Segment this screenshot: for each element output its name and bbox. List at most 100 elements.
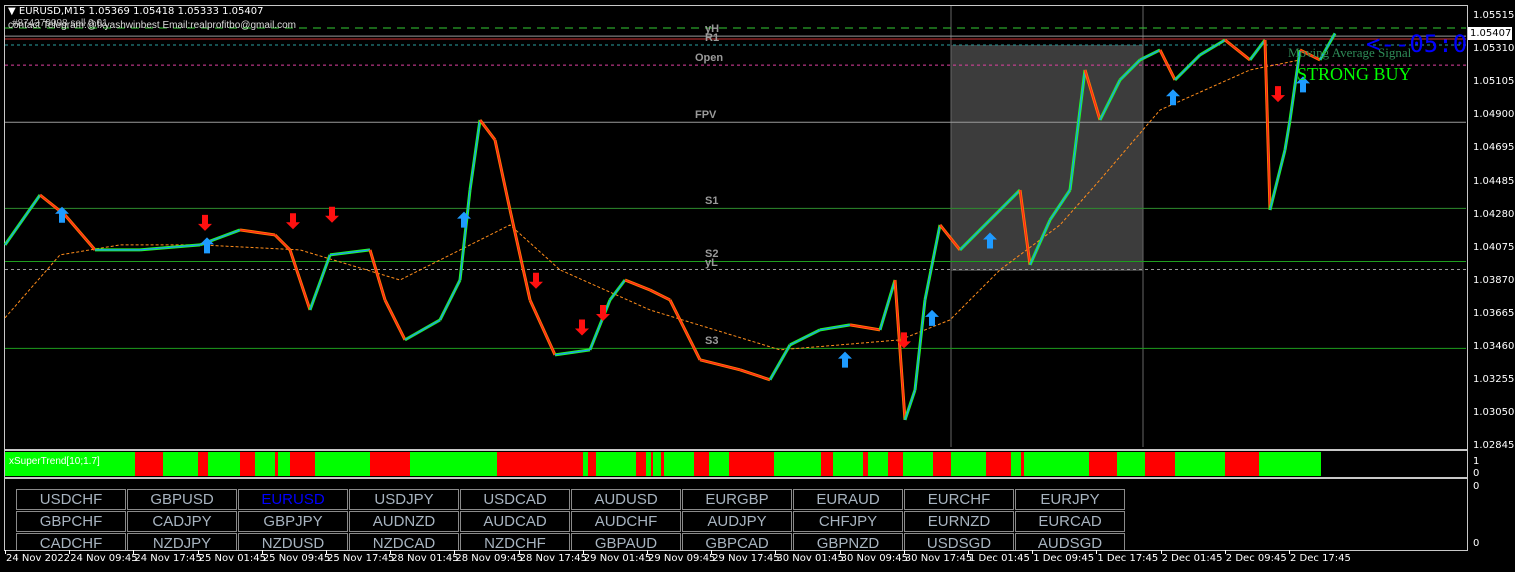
time-tick: 25 Nov 01:45	[198, 553, 267, 564]
pair-button-usdjpy[interactable]: USDJPY	[349, 489, 459, 510]
pair-button-eurcad[interactable]: EURCAD	[1015, 511, 1125, 532]
pair-button-eurgbp[interactable]: EURGBP	[682, 489, 792, 510]
price-segment-inner	[309, 254, 331, 311]
price-segment-inner	[924, 224, 941, 301]
supertrend-bull-segment	[1259, 452, 1321, 476]
pair-button-audnzd[interactable]: AUDNZD	[349, 511, 459, 532]
supertrend-bull-segment	[163, 452, 198, 476]
time-tick: 24 Nov 17:45	[134, 553, 202, 564]
pair-button-gbpusd[interactable]: GBPUSD	[127, 489, 237, 510]
pair-button-nzdcad[interactable]: NZDCAD	[349, 533, 459, 550]
pair-button-nzdchf[interactable]: NZDCHF	[460, 533, 570, 550]
time-tick: 2 Dec 09:45	[1225, 553, 1287, 564]
pair-button-cadchf[interactable]: CADCHF	[16, 533, 126, 550]
supertrend-bull-segment	[774, 452, 821, 476]
time-tick: 30 Nov 01:45	[776, 553, 844, 564]
pair-button-usdcad[interactable]: USDCAD	[460, 489, 570, 510]
pair-button-eurjpy[interactable]: EURJPY	[1015, 489, 1125, 510]
supertrend-bull-segment	[1117, 452, 1145, 476]
price-chart[interactable]	[0, 0, 1466, 448]
supertrend-bear-segment	[636, 452, 646, 476]
collapse-triangle-icon[interactable]: ▼	[8, 6, 19, 17]
supertrend-bull-segment	[903, 452, 933, 476]
ma-signal-value: STRONG BUY	[1297, 64, 1412, 84]
supertrend-bull-segment	[315, 452, 370, 476]
level-label-s1: S1	[705, 195, 719, 208]
supertrend-bull-segment	[1024, 452, 1089, 476]
price-segment-inner	[1174, 54, 1201, 81]
pair-button-gbpnzd[interactable]: GBPNZD	[793, 533, 903, 550]
price-tick: 1.02845	[1473, 439, 1515, 451]
pair-button-usdsgd[interactable]: USDSGD	[904, 533, 1014, 550]
pair-button-audchf[interactable]: AUDCHF	[571, 511, 681, 532]
time-tick: 25 Nov 17:45	[327, 553, 395, 564]
price-tick: 1.03255	[1473, 373, 1515, 385]
countdown-timer: <--05:0	[1366, 30, 1466, 58]
price-segment-inner	[669, 299, 701, 361]
buy-arrow-icon	[838, 351, 852, 368]
supertrend-bear-segment	[135, 452, 163, 476]
price-tick: 1.04485	[1473, 175, 1515, 187]
time-tick: 2 Dec 17:45	[1290, 553, 1351, 564]
price-segment-inner	[609, 279, 626, 301]
sell-arrow-icon	[1271, 86, 1285, 103]
pair-button-usdchf[interactable]: USDCHF	[16, 489, 126, 510]
pairs-pane: USDCHF GBPUSD EURUSD USDJPY USDCAD AUDUSD EURG…	[4, 478, 1468, 551]
price-segment-inner	[529, 299, 556, 356]
pair-button-eurchf[interactable]: EURCHF	[904, 489, 1014, 510]
supertrend-label: xSuperTrend[10;1.7]	[9, 456, 100, 467]
price-segment-inner	[914, 299, 926, 391]
supertrend-bull-segment	[255, 452, 275, 476]
pair-button-eurusd[interactable]: EURUSD	[238, 489, 348, 510]
pair-button-gbpaud[interactable]: GBPAUD	[571, 533, 681, 550]
pair-button-eurnzd[interactable]: EURNZD	[904, 511, 1014, 532]
price-segment-inner	[289, 249, 311, 311]
pair-button-audusd[interactable]: AUDUSD	[571, 489, 681, 510]
pair-button-nzdusd[interactable]: NZDUSD	[238, 533, 348, 550]
pair-button-euraud[interactable]: EURAUD	[793, 489, 903, 510]
supertrend-bull-segment	[1011, 452, 1021, 476]
price-segment-inner	[1199, 39, 1226, 56]
price-segment-inner	[4, 194, 41, 246]
price-tick: 1.05310	[1473, 43, 1515, 54]
sell-arrow-icon	[575, 319, 589, 336]
price-tick: 1.05515	[1473, 10, 1515, 21]
pair-button-audcad[interactable]: AUDCAD	[460, 511, 570, 532]
supertrend-bear-segment	[933, 452, 951, 476]
price-tick: 1.03050	[1473, 406, 1515, 418]
price-segment-inner	[479, 119, 496, 141]
pair-button-audjpy[interactable]: AUDJPY	[682, 511, 792, 532]
supertrend-bear-segment	[497, 452, 583, 476]
price-segment-inner	[274, 234, 291, 251]
highlight-zone	[951, 45, 1143, 271]
pair-button-chfjpy[interactable]: CHFJPY	[793, 511, 903, 532]
price-segment-inner	[849, 324, 881, 331]
supertrend-bear-segment	[370, 452, 410, 476]
pair-button-audsgd[interactable]: AUDSGD	[1015, 533, 1125, 550]
supertrend-bear-segment	[821, 452, 833, 476]
price-segment-inner	[699, 359, 741, 371]
price-segment-inner	[879, 279, 896, 331]
current-price-label: 1.05407	[1468, 27, 1512, 40]
pairs-scale-top: 0	[1473, 481, 1480, 492]
time-tick: 28 Nov 01:45	[391, 553, 459, 564]
pair-button-gbpcad[interactable]: GBPCAD	[682, 533, 792, 550]
pair-button-cadjpy[interactable]: CADJPY	[127, 511, 237, 532]
pair-button-nzdjpy[interactable]: NZDJPY	[127, 533, 237, 550]
supertrend-bull-segment	[208, 452, 240, 476]
price-segment-inner	[469, 119, 481, 191]
pair-button-gbpchf[interactable]: GBPCHF	[16, 511, 126, 532]
time-tick: 25 Nov 09:45	[262, 553, 331, 564]
supertrend-bull-segment	[709, 452, 729, 476]
time-tick: 1 Dec 17:45	[1097, 553, 1159, 564]
supertrend-bear-segment	[1145, 452, 1175, 476]
supertrend-bear-segment	[588, 452, 596, 476]
time-tick: 30 Nov 09:45	[840, 553, 909, 564]
price-segment-inner	[769, 344, 791, 381]
pair-button-gbpjpy[interactable]: GBPJPY	[238, 511, 348, 532]
price-segment-inner	[1284, 119, 1291, 151]
level-label-yl: yL	[705, 256, 718, 269]
price-segment-inner	[894, 279, 906, 420]
price-segment-inner	[439, 279, 461, 321]
time-tick: 29 Nov 01:45	[583, 553, 652, 564]
